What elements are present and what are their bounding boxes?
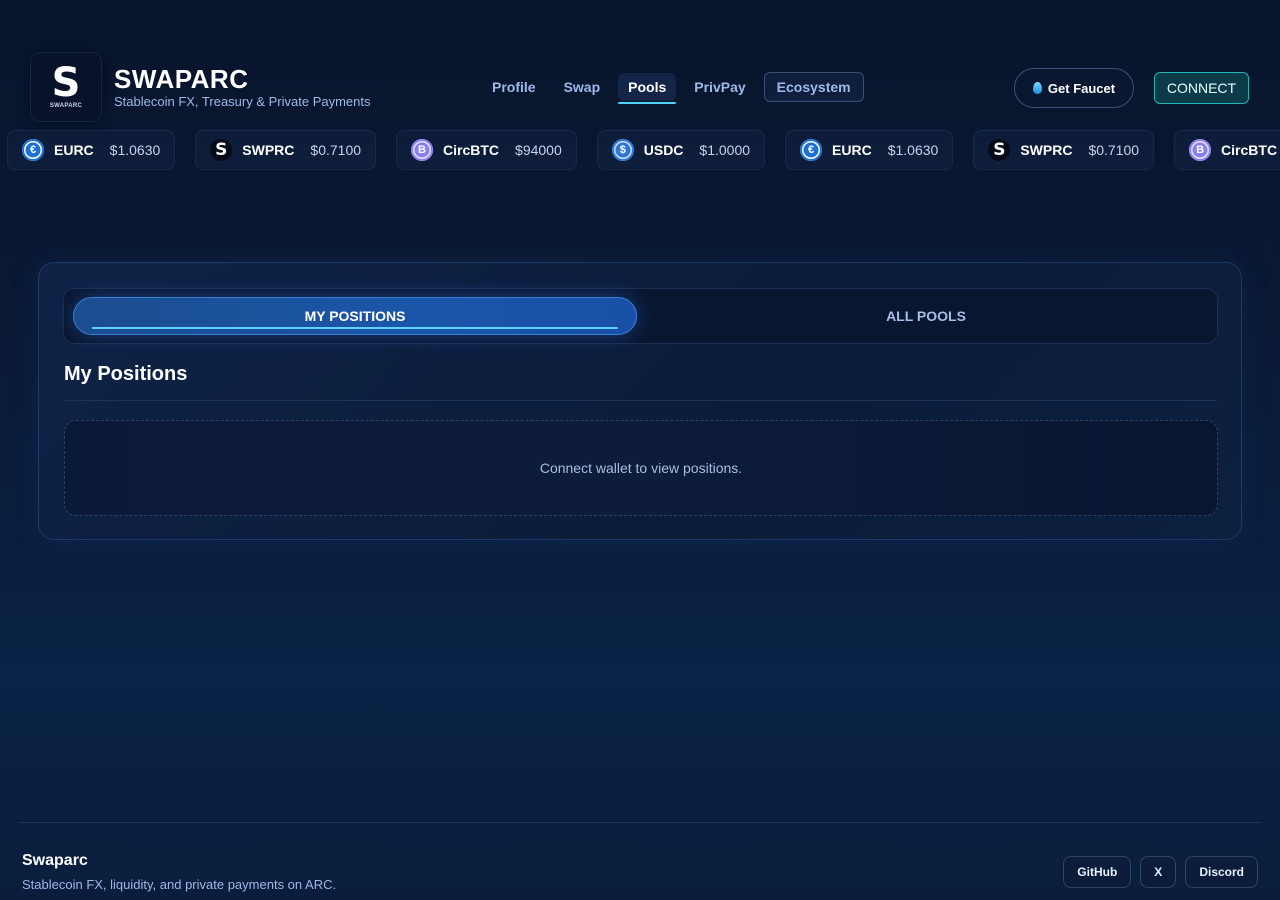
ticker-item: B CircBTC $94000 [396,130,577,170]
eurc-coin-icon: € [800,139,823,161]
tab-my-positions[interactable]: MY POSITIONS [73,297,637,335]
brand-tagline: Stablecoin FX, Treasury & Private Paymen… [114,94,371,109]
ticker-price: $1.0630 [109,142,161,158]
github-link[interactable]: GitHub [1063,856,1132,888]
get-faucet-label: Get Faucet [1047,80,1116,96]
connect-wallet-button[interactable]: CONNECT [1154,72,1249,104]
brand-title: SWAPARC [114,64,249,94]
empty-state-message: Connect wallet to view positions. [539,460,743,476]
nav-item-privpay[interactable]: PrivPay [684,73,755,101]
ticker-price: $0.7100 [1088,142,1140,158]
ticker-symbol: CircBTC [443,142,500,158]
logo: S SWAPARC [30,52,102,122]
logo-wordmark: SWAPARC [49,102,83,109]
ticker-symbol: EURC [54,142,94,158]
section-title: My Positions [64,363,188,385]
footer-title: Swaparc [22,852,88,869]
footer-links: GitHub X Discord [1054,856,1258,888]
brand-text: SWAPARC Stablecoin FX, Treasury & Privat… [114,65,371,109]
ticker-symbol: CircBTC [1221,142,1278,158]
pools-tabs: MY POSITIONS ALL POOLS [63,288,1218,344]
price-ticker: € EURC $1.0630 S SWPRC $0.7100 B CircBTC… [0,130,1280,172]
swprc-coin-icon: S [210,139,233,161]
eurc-coin-icon: € [22,139,44,161]
positions-empty-state: Connect wallet to view positions. [64,420,1218,516]
ticker-item: € EURC $1.0630 [7,130,176,170]
pools-card: MY POSITIONS ALL POOLS My Positions Conn… [38,262,1242,540]
ticker-symbol: EURC [832,142,872,158]
nav-item-pools[interactable]: Pools [618,73,677,104]
ticker-symbol: SWPRC [1020,142,1073,158]
brand[interactable]: S SWAPARC SWAPARC Stablecoin FX, Treasur… [30,52,371,122]
footer-divider [18,822,1262,823]
nav-item-profile[interactable]: Profile [482,73,546,101]
tab-all-pools[interactable]: ALL POOLS [644,297,1208,335]
nav-item-ecosystem[interactable]: Ecosystem [763,72,864,102]
droplet-icon [1032,82,1042,94]
circbtc-coin-icon: B [1189,139,1212,161]
ticker-price: $1.0000 [699,142,751,158]
ticker-symbol: SWPRC [242,142,295,158]
circbtc-coin-icon: B [411,139,434,161]
footer-tagline: Stablecoin FX, liquidity, and private pa… [22,877,337,892]
ticker-item: € EURC $1.0630 [785,130,954,170]
logo-letter: S [51,59,81,106]
nav-item-swap[interactable]: Swap [554,73,611,101]
page: S SWAPARC SWAPARC Stablecoin FX, Treasur… [0,0,1280,900]
ticker-item: B CircBTC [1174,130,1280,170]
get-faucet-button[interactable]: Get Faucet [1014,68,1134,108]
ticker-price: $1.0630 [887,142,939,158]
divider [64,400,1217,401]
ticker-track: € EURC $1.0630 S SWPRC $0.7100 B CircBTC… [7,130,1280,170]
ticker-item: S SWPRC $0.7100 [195,130,377,170]
discord-link[interactable]: Discord [1185,856,1258,888]
x-link[interactable]: X [1140,856,1177,888]
ticker-item: S SWPRC $0.7100 [973,130,1155,170]
ticker-item: $ USDC $1.0000 [596,130,766,170]
ticker-symbol: USDC [643,142,684,158]
ticker-price: $0.7100 [310,142,362,158]
swprc-coin-icon: S [988,139,1011,161]
usdc-coin-icon: $ [611,139,634,161]
header: S SWAPARC SWAPARC Stablecoin FX, Treasur… [30,52,1250,124]
main-nav: Profile Swap Pools PrivPay Ecosystem [482,72,872,104]
ticker-price: $94000 [515,142,562,158]
